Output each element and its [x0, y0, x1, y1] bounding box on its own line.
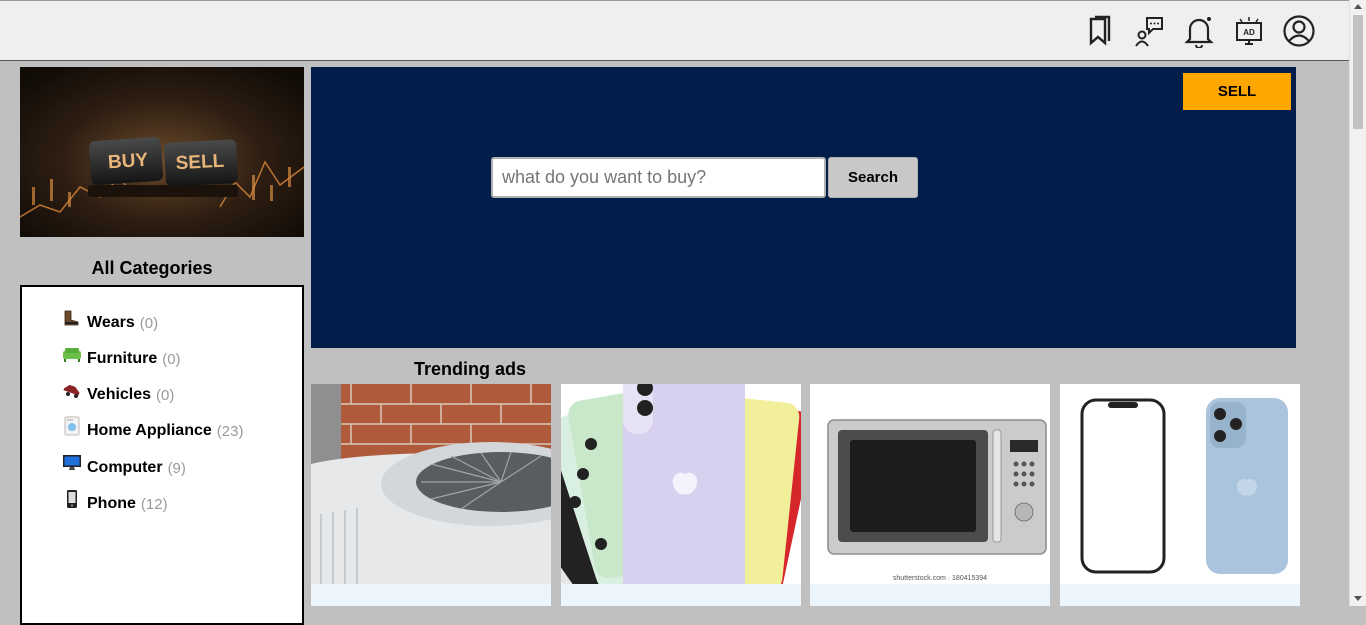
- categories-list: Wears (0) Furniture (0) Vehicles (0) Hom…: [20, 285, 304, 625]
- bell-icon[interactable]: [1182, 14, 1216, 49]
- category-label: Wears: [87, 314, 135, 331]
- category-count: (0): [162, 350, 181, 368]
- category-label: Vehicles: [87, 386, 152, 403]
- trending-ads-title: Trending ads: [413, 359, 527, 379]
- buy-sell-banner-image: BUY SELL: [20, 67, 304, 237]
- watermark-caption: shutterstock.com · 180415394: [893, 575, 987, 582]
- ad-display-icon[interactable]: AD: [1232, 14, 1266, 48]
- category-item-computer[interactable]: Computer (9): [62, 453, 186, 480]
- top-navbar: AD: [0, 0, 1349, 61]
- category-count: (9): [167, 459, 186, 477]
- svg-text:SELL: SELL: [175, 151, 225, 175]
- category-count: (0): [139, 314, 159, 332]
- svg-text:BUY: BUY: [107, 150, 149, 174]
- category-count: (12): [140, 495, 168, 513]
- search-input[interactable]: [491, 157, 826, 198]
- trending-ad-card[interactable]: [1060, 384, 1300, 606]
- trending-ad-card[interactable]: [561, 384, 801, 606]
- boot-icon: [62, 308, 82, 328]
- category-item-phone[interactable]: Phone (12): [62, 489, 168, 516]
- category-count: (0): [156, 386, 175, 404]
- category-item-wears[interactable]: Wears (0): [62, 308, 159, 335]
- microwave-image: shutterstock.com · 180415394: [810, 384, 1050, 584]
- air-conditioner-image: [311, 384, 551, 584]
- categories-title: All Categories: [91, 258, 213, 278]
- category-label: Furniture: [87, 350, 158, 367]
- iphone-11-image: [561, 384, 801, 584]
- scroll-up-arrow-icon[interactable]: [1354, 4, 1362, 9]
- appliance-icon: [62, 416, 82, 436]
- scroll-down-arrow-icon[interactable]: [1354, 596, 1362, 601]
- category-item-home-appliance[interactable]: Home Appliance (23): [62, 416, 244, 443]
- scroll-thumb[interactable]: [1353, 15, 1363, 129]
- user-profile-icon[interactable]: [1282, 14, 1316, 48]
- sofa-icon: [62, 344, 82, 364]
- computer-icon: [62, 453, 82, 473]
- hero-search-panel: SELL Search: [311, 67, 1296, 348]
- category-item-vehicles[interactable]: Vehicles (0): [62, 383, 174, 407]
- phone-icon: [62, 489, 82, 509]
- car-icon: [62, 380, 82, 400]
- trending-ad-card[interactable]: [311, 384, 551, 606]
- chat-support-icon[interactable]: [1132, 14, 1166, 48]
- category-item-furniture[interactable]: Furniture (0): [62, 347, 181, 371]
- trending-ad-card[interactable]: shutterstock.com · 180415394: [810, 384, 1050, 606]
- category-label: Home Appliance: [87, 422, 212, 439]
- iphone-13-image: [1060, 384, 1300, 584]
- category-label: Computer: [87, 459, 163, 476]
- sell-button[interactable]: SELL: [1183, 73, 1291, 110]
- search-button[interactable]: Search: [828, 157, 918, 198]
- page-scrollbar[interactable]: [1349, 0, 1366, 606]
- category-count: (23): [216, 422, 244, 440]
- bookmark-icon[interactable]: [1082, 14, 1116, 48]
- svg-text:AD: AD: [1243, 28, 1255, 37]
- category-label: Phone: [87, 495, 136, 512]
